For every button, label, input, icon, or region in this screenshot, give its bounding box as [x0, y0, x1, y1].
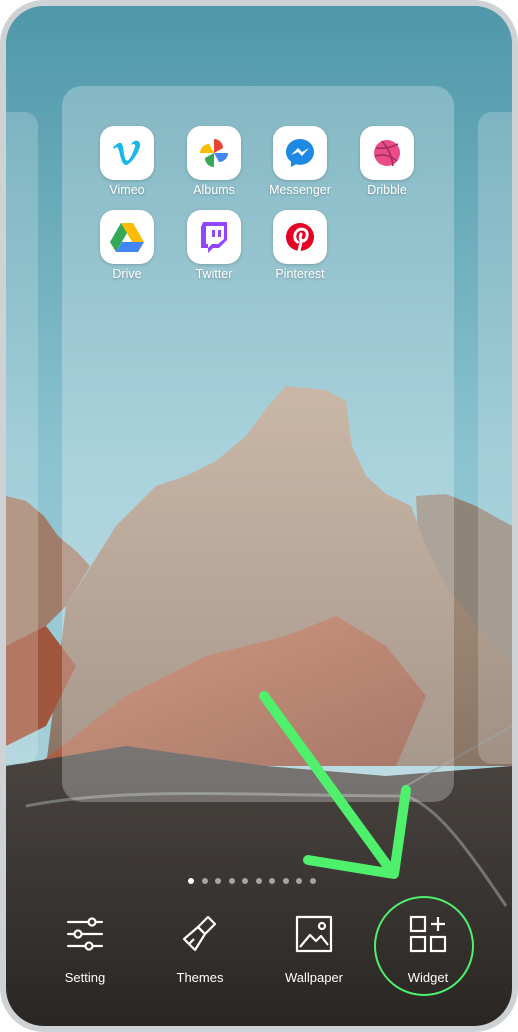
app-vimeo[interactable]: Vimeo [87, 126, 167, 197]
app-albums[interactable]: Albums [174, 126, 254, 197]
app-label: Dribble [367, 183, 407, 197]
sliders-icon [63, 912, 107, 956]
adjacent-page-right[interactable] [478, 112, 512, 764]
home-screen: Vimeo Albums Messenger Dribble Drive Twi… [6, 6, 512, 1026]
messenger-icon [273, 126, 327, 180]
page-dot[interactable] [215, 878, 221, 884]
page-dot[interactable] [201, 878, 208, 884]
app-drive[interactable]: Drive [87, 210, 167, 281]
page-dot[interactable] [255, 878, 262, 884]
page-dot[interactable] [309, 878, 316, 884]
highlight-circle [374, 896, 474, 996]
themes-button[interactable]: Themes [154, 912, 246, 985]
twitch-icon [187, 210, 241, 264]
app-twitter[interactable]: Twitter [174, 210, 254, 281]
page-dot[interactable] [282, 878, 289, 884]
app-dribble[interactable]: Dribble [347, 126, 427, 197]
app-label: Messenger [269, 183, 331, 197]
page-dot[interactable] [296, 878, 302, 884]
wallpaper-button[interactable]: Wallpaper [268, 912, 360, 985]
paintbrush-icon [178, 912, 222, 956]
image-icon [292, 912, 336, 956]
app-label: Vimeo [109, 183, 145, 197]
wallpaper-label: Wallpaper [284, 970, 344, 985]
app-label: Pinterest [275, 267, 325, 281]
page-dot[interactable] [228, 878, 235, 884]
app-label: Twitter [195, 267, 233, 281]
app-label: Albums [193, 183, 235, 197]
setting-label: Setting [64, 970, 106, 985]
dribbble-icon [360, 126, 414, 180]
setting-button[interactable]: Setting [39, 912, 131, 985]
page-dot[interactable] [242, 878, 248, 884]
app-pinterest[interactable]: Pinterest [260, 210, 340, 281]
albums-pinwheel-icon [187, 126, 241, 180]
app-messenger[interactable]: Messenger [260, 126, 340, 197]
drive-icon [100, 210, 154, 264]
page-dot[interactable] [188, 878, 194, 884]
themes-label: Themes [176, 970, 224, 985]
page-dot[interactable] [269, 878, 275, 884]
app-label: Drive [112, 267, 142, 281]
pinterest-icon [273, 210, 327, 264]
page-indicator[interactable] [188, 878, 338, 886]
phone-frame: Vimeo Albums Messenger Dribble Drive Twi… [0, 0, 518, 1032]
adjacent-page-left[interactable] [6, 112, 38, 764]
vimeo-icon [100, 126, 154, 180]
